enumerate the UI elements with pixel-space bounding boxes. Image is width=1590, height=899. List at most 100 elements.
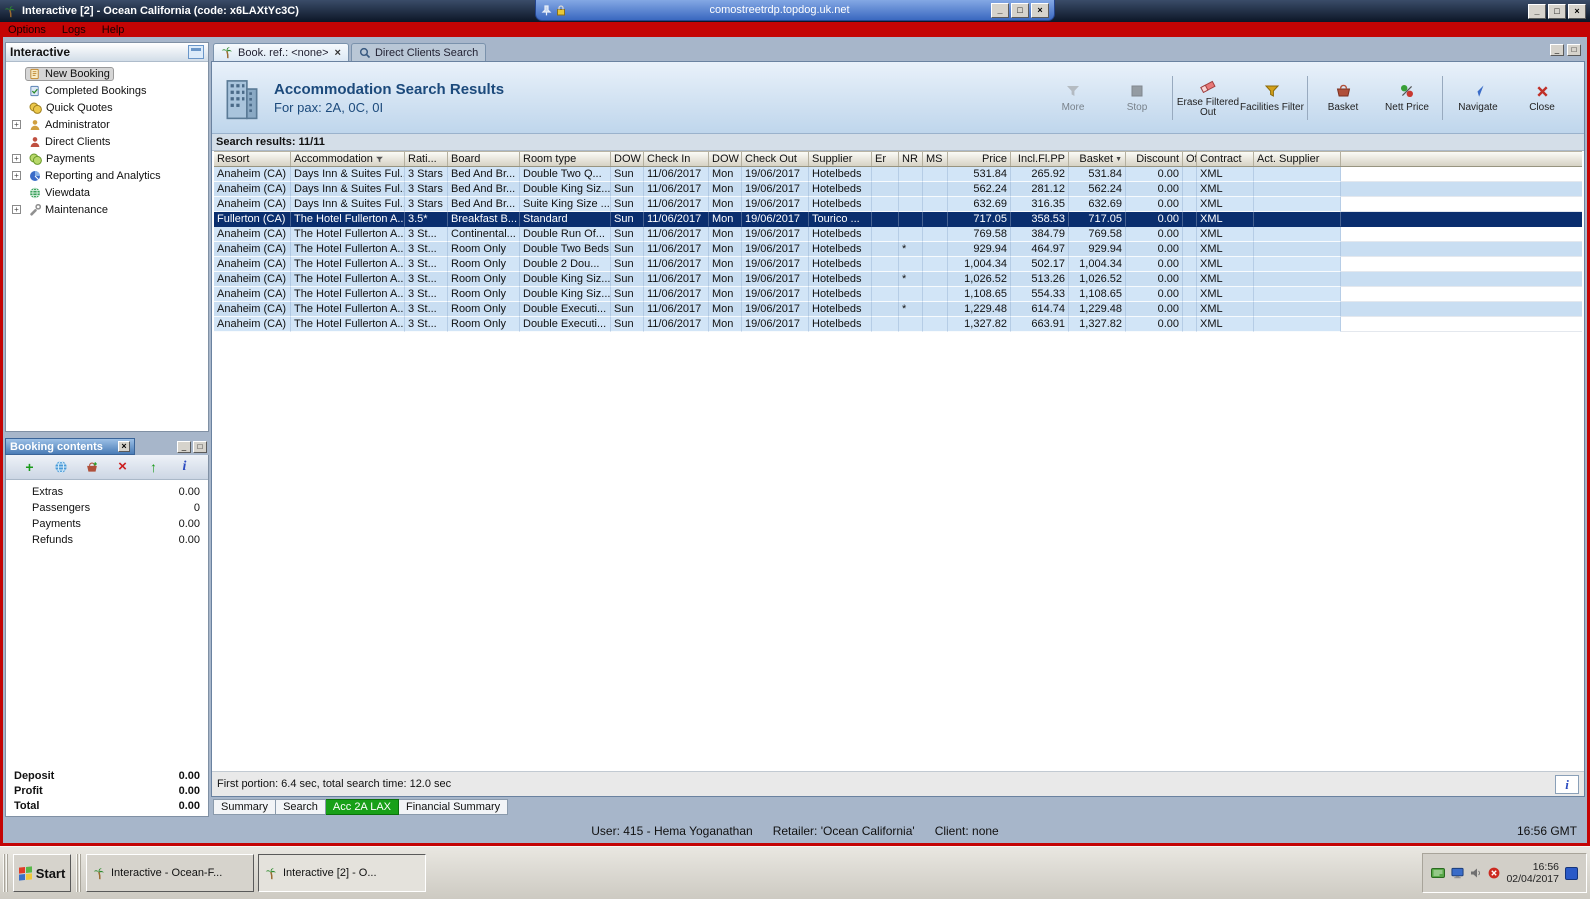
table-row[interactable]: Anaheim (CA) Days Inn & Suites Ful... 3 St… bbox=[214, 182, 1582, 197]
booking-panel-close-button[interactable]: × bbox=[118, 441, 130, 452]
export-icon[interactable]: ↑ bbox=[145, 458, 163, 476]
column-header-check-out-8[interactable]: Check Out bbox=[742, 152, 809, 166]
tab-close-icon[interactable]: × bbox=[335, 47, 341, 59]
column-header-discount-16[interactable]: Discount bbox=[1126, 152, 1183, 166]
column-header-contract-18[interactable]: Contract bbox=[1197, 152, 1254, 166]
basket-button[interactable]: Basket bbox=[1311, 82, 1375, 113]
facilities-filter-button[interactable]: Facilities Filter bbox=[1240, 82, 1304, 113]
column-header-dow-5[interactable]: DOW bbox=[611, 152, 644, 166]
table-row[interactable]: Anaheim (CA) The Hotel Fullerton A... 3 St… bbox=[214, 302, 1582, 317]
column-header-rati-2[interactable]: Rati... bbox=[405, 152, 448, 166]
pin-icon[interactable] bbox=[541, 4, 552, 16]
table-row[interactable]: Anaheim (CA) The Hotel Fullerton A... 3 St… bbox=[214, 257, 1582, 272]
tabgroup-minimize-button[interactable]: _ bbox=[1550, 44, 1564, 56]
expand-toggle-icon[interactable]: + bbox=[12, 171, 21, 180]
bottom-tab-acc-2a-lax[interactable]: Acc 2A LAX bbox=[325, 799, 400, 815]
table-row[interactable]: Fullerton (CA) The Hotel Fullerton A... 3.… bbox=[214, 212, 1582, 227]
column-filter-icon[interactable] bbox=[375, 155, 384, 164]
window-maximize-button[interactable]: □ bbox=[1548, 3, 1566, 19]
column-header-room-type-4[interactable]: Room type bbox=[520, 152, 611, 166]
taskbar-task-interactive-ocean-f[interactable]: Interactive - Ocean-F... bbox=[86, 854, 254, 892]
dock-restore-button[interactable]: □ bbox=[193, 440, 207, 453]
menu-help[interactable]: Help bbox=[102, 24, 125, 36]
table-cell: 1,327.82 bbox=[948, 317, 1011, 332]
tabgroup-restore-button[interactable]: □ bbox=[1567, 44, 1581, 56]
panel-collapse-button[interactable] bbox=[188, 45, 204, 59]
menu-logs[interactable]: Logs bbox=[62, 24, 86, 36]
menu-options[interactable]: Options bbox=[8, 24, 46, 36]
keyboard-icon[interactable] bbox=[1431, 868, 1446, 878]
bottom-tab-search[interactable]: Search bbox=[276, 799, 326, 815]
sidebar-item-quick-quotes[interactable]: Quick Quotes bbox=[6, 99, 208, 116]
table-cell bbox=[1254, 287, 1341, 302]
sidebar-item-payments[interactable]: + Payments bbox=[6, 150, 208, 167]
table-row[interactable]: Anaheim (CA) The Hotel Fullerton A... 3 St… bbox=[214, 287, 1582, 302]
language-indicator-icon[interactable] bbox=[1565, 866, 1578, 880]
tab-book-ref-none[interactable]: Book. ref.: <none> × bbox=[213, 43, 349, 61]
rdp-close-button[interactable]: × bbox=[1031, 2, 1049, 18]
expand-toggle-icon[interactable]: + bbox=[12, 120, 21, 129]
column-header-label: Discount bbox=[1136, 153, 1179, 165]
column-header-supplier-9[interactable]: Supplier bbox=[809, 152, 872, 166]
info-button[interactable]: i bbox=[1555, 774, 1579, 794]
info-icon[interactable]: i bbox=[176, 458, 194, 476]
table-row[interactable]: Anaheim (CA) Days Inn & Suites Ful... 3 St… bbox=[214, 167, 1582, 182]
table-row[interactable]: Anaheim (CA) Days Inn & Suites Ful... 3 St… bbox=[214, 197, 1582, 212]
expand-toggle-icon[interactable]: + bbox=[12, 205, 21, 214]
sidebar-item-maintenance[interactable]: + Maintenance bbox=[6, 201, 208, 218]
dock-minimize-button[interactable]: _ bbox=[177, 440, 191, 453]
column-header-basket-15[interactable]: Basket ▼ bbox=[1069, 152, 1126, 166]
globe-icon[interactable] bbox=[52, 458, 70, 476]
rdp-restore-button[interactable]: □ bbox=[1011, 2, 1029, 18]
sidebar-item-new-booking[interactable]: New Booking bbox=[6, 65, 208, 82]
booking-total-deposit: Deposit 0.00 bbox=[6, 768, 208, 783]
taskbar-task-interactive-2-o[interactable]: Interactive [2] - O... bbox=[258, 854, 426, 892]
sidebar-item-completed-bookings[interactable]: Completed Bookings bbox=[6, 82, 208, 99]
column-header-er-10[interactable]: Er bbox=[872, 152, 899, 166]
toolbar-button-label: Basket bbox=[1327, 102, 1359, 113]
column-header-price-13[interactable]: Price bbox=[948, 152, 1011, 166]
bottom-tab-summary[interactable]: Summary bbox=[213, 799, 277, 815]
sidebar-item-direct-clients[interactable]: Direct Clients bbox=[6, 133, 208, 150]
volume-icon[interactable] bbox=[1470, 867, 1482, 879]
delete-icon[interactable]: × bbox=[114, 458, 132, 476]
column-header-check-in-6[interactable]: Check In bbox=[644, 152, 709, 166]
table-row[interactable]: Anaheim (CA) The Hotel Fullerton A... 3 St… bbox=[214, 227, 1582, 242]
expand-toggle-icon[interactable]: + bbox=[12, 154, 21, 163]
bottom-tab-financial-summary[interactable]: Financial Summary bbox=[399, 799, 509, 815]
navigate-button[interactable]: Navigate bbox=[1446, 82, 1510, 113]
column-header-of-17[interactable]: Of bbox=[1183, 152, 1197, 166]
window-close-button[interactable]: × bbox=[1568, 3, 1586, 19]
table-cell bbox=[872, 167, 899, 182]
column-header-resort-0[interactable]: Resort bbox=[214, 152, 291, 166]
booking-total-label: Deposit bbox=[14, 769, 55, 782]
table-cell: Mon bbox=[709, 182, 742, 197]
tab-direct-clients-search[interactable]: Direct Clients Search bbox=[350, 43, 487, 61]
sidebar-item-administrator[interactable]: + Administrator bbox=[6, 116, 208, 133]
sidebar-item-viewdata[interactable]: Viewdata bbox=[6, 184, 208, 201]
rdp-minimize-button[interactable]: _ bbox=[991, 2, 1009, 18]
column-header-dow-7[interactable]: DOW bbox=[709, 152, 742, 166]
column-header-act-supplier-19[interactable]: Act. Supplier bbox=[1254, 152, 1341, 166]
display-icon[interactable] bbox=[1451, 867, 1464, 879]
table-row[interactable]: Anaheim (CA) The Hotel Fullerton A... 3 St… bbox=[214, 242, 1582, 257]
table-row[interactable]: Anaheim (CA) The Hotel Fullerton A... 3 St… bbox=[214, 272, 1582, 287]
column-header-board-3[interactable]: Board bbox=[448, 152, 520, 166]
add-icon[interactable]: + bbox=[21, 458, 39, 476]
column-header-nr-11[interactable]: NR bbox=[899, 152, 923, 166]
table-cell: Anaheim (CA) bbox=[214, 197, 291, 212]
table-row[interactable]: Anaheim (CA) The Hotel Fullerton A... 3 St… bbox=[214, 317, 1582, 332]
table-cell bbox=[923, 167, 948, 182]
column-header-accommodation-1[interactable]: Accommodation bbox=[291, 152, 405, 166]
close-button[interactable]: Close bbox=[1510, 82, 1574, 113]
window-minimize-button[interactable]: _ bbox=[1528, 3, 1546, 19]
table-cell: XML bbox=[1197, 212, 1254, 227]
nett-price-button[interactable]: Nett Price bbox=[1375, 82, 1439, 113]
column-header-ms-12[interactable]: MS bbox=[923, 152, 948, 166]
alert-icon[interactable] bbox=[1488, 867, 1500, 879]
erase-filtered-out-button[interactable]: Erase Filtered Out bbox=[1176, 77, 1240, 118]
column-header-incl-fl-pp-14[interactable]: Incl.Fl.PP bbox=[1011, 152, 1069, 166]
basket-add-icon[interactable] bbox=[83, 458, 101, 476]
start-button[interactable]: Start bbox=[13, 854, 71, 892]
sidebar-item-reporting-and-analytics[interactable]: + Reporting and Analytics bbox=[6, 167, 208, 184]
